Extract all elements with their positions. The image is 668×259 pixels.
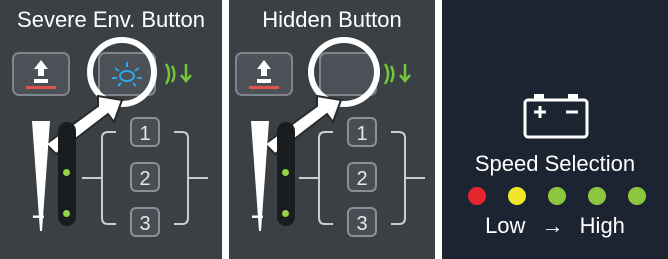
slider-dot [282, 210, 289, 217]
eye-arrow-icon[interactable] [160, 52, 200, 96]
speed-led-5 [628, 187, 646, 205]
speed-range-legend: Low → High [442, 213, 668, 239]
speed-slider[interactable] [277, 122, 295, 226]
lift-button[interactable] [235, 52, 293, 96]
speed-led-1 [468, 187, 486, 205]
speed-selection-panel: Speed Selection Low → High [442, 0, 668, 259]
plus-sign: + [253, 124, 266, 149]
lift-button[interactable] [12, 52, 70, 96]
panel-title: Severe Env. Button [17, 7, 205, 32]
lift-icon [249, 60, 279, 89]
speed-led-3 [548, 187, 566, 205]
high-label: High [579, 213, 625, 238]
plus-sign: + [34, 124, 47, 149]
minus-sign: − [251, 204, 264, 229]
segment-3[interactable]: 3 [347, 207, 377, 237]
lift-icon [26, 60, 56, 89]
low-label: Low [485, 213, 526, 238]
speed-selection-title: Speed Selection [474, 151, 636, 176]
speed-led-2 [508, 187, 526, 205]
slider-dot [63, 210, 70, 217]
eye-arrow-icon[interactable] [379, 52, 419, 96]
slider-dot [63, 169, 70, 176]
speed-led-4 [588, 187, 606, 205]
minus-sign: − [32, 204, 45, 229]
segment-1[interactable]: 1 [130, 117, 160, 147]
battery-icon [523, 94, 589, 139]
hidden-button-panel: Hidden Button + − 1 2 3 [229, 0, 435, 259]
segment-2[interactable]: 2 [130, 162, 160, 192]
panel-title: Hidden Button [262, 7, 402, 32]
speed-slider[interactable] [58, 122, 76, 226]
severe-env-panel: Severe Env. Button + − 1 2 3 [0, 0, 222, 259]
segment-3[interactable]: 3 [130, 207, 160, 237]
slider-dot [282, 169, 289, 176]
segment-2[interactable]: 2 [347, 162, 377, 192]
range-arrow: → [541, 213, 564, 238]
segment-1[interactable]: 1 [347, 117, 377, 147]
